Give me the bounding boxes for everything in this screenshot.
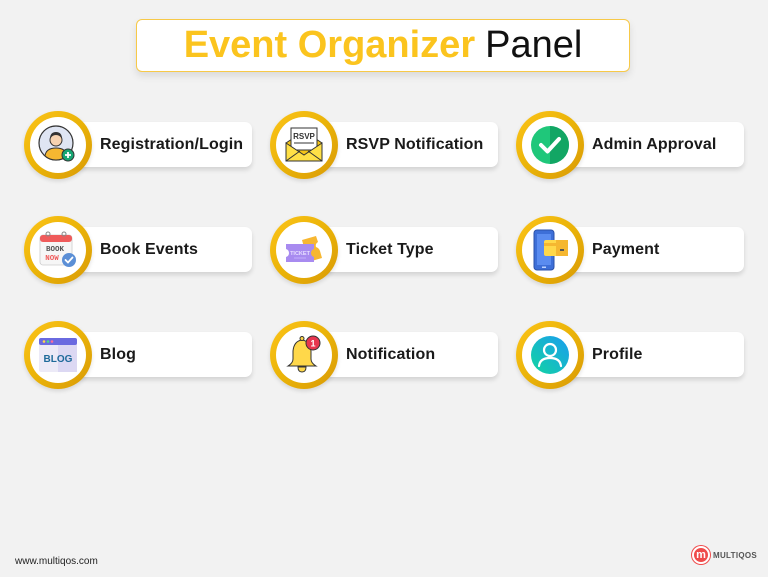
multiqos-logo-icon: m — [692, 546, 710, 564]
icon-ring — [516, 111, 584, 179]
rsvp-envelope-icon: RSVP — [285, 127, 323, 162]
icon-ring — [516, 216, 584, 284]
feature-notification[interactable]: Notification 1 — [270, 321, 502, 389]
feature-label: Book Events — [100, 241, 199, 258]
icon-ring — [24, 111, 92, 179]
feature-card-background — [556, 332, 744, 377]
brand-logo: m MULTIQOS — [692, 546, 757, 564]
phone-card-payment-icon — [533, 229, 568, 271]
book-text: BOOK — [46, 246, 65, 254]
brand-name: MULTIQOS — [713, 550, 758, 560]
badge-count: 1 — [310, 339, 315, 349]
page-title: Event Organizer Panel — [136, 19, 630, 72]
blog-text: BLOG — [44, 354, 73, 365]
rsvp-text: RSVP — [293, 132, 315, 141]
icon-ring: TICKET — [270, 216, 338, 284]
icon-ring — [516, 321, 584, 389]
feature-label: Admin Approval — [592, 136, 717, 153]
feature-label: Profile — [592, 346, 643, 363]
user-add-icon — [38, 125, 75, 162]
feature-payment[interactable]: Payment — [516, 216, 748, 284]
feature-label: Registration/Login — [100, 136, 244, 153]
check-circle-icon — [531, 126, 569, 164]
feature-card-background — [64, 332, 252, 377]
feature-profile[interactable]: Profile — [516, 321, 748, 389]
feature-label: Ticket Type — [346, 241, 434, 258]
title-rest: Panel — [485, 24, 583, 66]
feature-label: Notification — [346, 346, 436, 363]
feature-label: RSVP Notification — [346, 136, 484, 153]
footer-url[interactable]: www.multiqos.com — [15, 556, 98, 567]
title-accent: Event Organizer — [183, 24, 476, 66]
bell-badge-icon: 1 — [286, 335, 321, 373]
book-now-calendar-icon: BOOK NOW — [39, 231, 76, 267]
icon-ring: BOOK NOW — [24, 216, 92, 284]
feature-blog[interactable]: Blog BLOG — [24, 321, 256, 389]
icon-ring: 1 — [270, 321, 338, 389]
feature-registration-login[interactable]: Registration/Login — [24, 111, 256, 179]
feature-label: Payment — [592, 241, 660, 258]
feature-ticket-type[interactable]: Ticket Type TICKET — [270, 216, 502, 284]
now-text: NOW — [45, 255, 59, 263]
blog-window-icon: BLOG — [39, 338, 77, 372]
icon-ring: RSVP — [270, 111, 338, 179]
feature-book-events[interactable]: Book Events BOOK NOW — [24, 216, 256, 284]
ticket-text: TICKET — [290, 251, 311, 257]
icon-ring: BLOG — [24, 321, 92, 389]
ticket-icon: TICKET — [286, 236, 322, 262]
feature-rsvp-notification[interactable]: RSVP Notification RSVP — [270, 111, 502, 179]
feature-label: Blog — [100, 346, 136, 363]
feature-admin-approval[interactable]: Admin Approval — [516, 111, 748, 179]
profile-user-icon — [531, 336, 569, 374]
